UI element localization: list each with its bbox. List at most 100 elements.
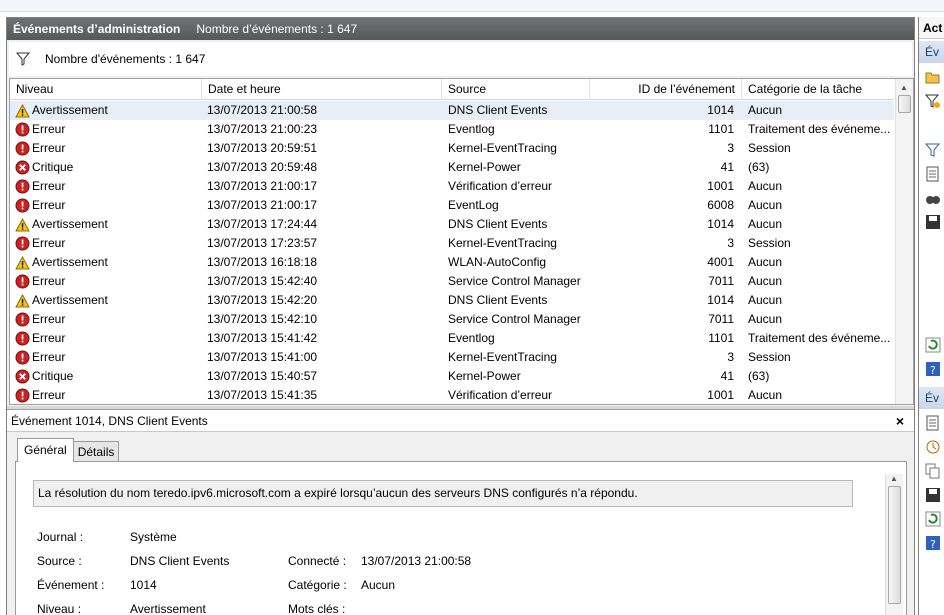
table-row[interactable]: Erreur 13/07/2013 17:23:57 Kernel-EventTra…	[10, 234, 894, 253]
column-header-event-id[interactable]: ID de l’événement	[590, 79, 742, 100]
level-cell: Erreur	[14, 177, 204, 196]
category-cell: Aucun	[748, 293, 783, 307]
source-cell: WLAN-AutoConfig	[448, 255, 547, 269]
level-cell: Erreur	[14, 272, 204, 291]
level-cell: Avertissement	[14, 291, 204, 310]
table-row[interactable]: Critique 13/07/2013 15:40:57 Kernel-Power 4…	[10, 367, 894, 386]
details-scroll-thumb[interactable]	[888, 486, 901, 604]
table-row[interactable]: Avertissement 13/07/2013 17:24:44 DNS Clie…	[10, 215, 894, 234]
save-icon[interactable]	[925, 214, 941, 230]
column-header-level[interactable]: Niveau	[10, 79, 202, 100]
column-header-task-category[interactable]: Catégorie de la tâche	[742, 79, 894, 100]
table-row[interactable]: Erreur 13/07/2013 21:00:17 EventLog 6008 Auc…	[10, 196, 894, 215]
details-scrollbar[interactable]: ▲	[885, 474, 903, 615]
level-text: Erreur	[32, 388, 66, 402]
attach-task-icon[interactable]	[925, 439, 941, 455]
filter-icon[interactable]	[15, 51, 31, 67]
level-cell: Erreur	[14, 139, 204, 158]
source-cell: Service Control Manager	[448, 312, 581, 326]
critical-icon	[14, 160, 30, 176]
top-strip	[0, 0, 944, 12]
scroll-up-icon[interactable]: ▲	[900, 83, 908, 92]
event-id-cell: 3	[727, 350, 734, 364]
error-icon	[14, 198, 30, 214]
niveau-value: Avertissement	[130, 602, 206, 615]
categorie-value: Aucun	[361, 578, 396, 592]
table-row[interactable]: Erreur 13/07/2013 20:59:51 Kernel-EventTra…	[10, 139, 894, 158]
table-row[interactable]: Avertissement 13/07/2013 16:18:18 WLAN-Aut…	[10, 253, 894, 272]
filter-icon-2[interactable]	[924, 142, 941, 158]
copy-icon[interactable]	[925, 463, 941, 479]
source-value: DNS Client Events	[130, 554, 230, 568]
save-selected-icon[interactable]	[925, 487, 941, 503]
date-cell: 13/07/2013 15:41:00	[207, 350, 318, 364]
actions-section-2[interactable]: Év	[919, 387, 944, 409]
column-header-date[interactable]: Date et heure	[202, 79, 442, 100]
event-id-cell: 41	[720, 369, 734, 383]
level-text: Erreur	[32, 312, 66, 326]
date-cell: 13/07/2013 17:23:57	[207, 236, 318, 250]
warning-icon	[14, 255, 30, 271]
table-row[interactable]: Erreur 13/07/2013 15:41:00 Kernel-EventTra…	[10, 348, 894, 367]
category-cell: Aucun	[748, 103, 783, 117]
category-cell: Aucun	[748, 179, 783, 193]
event-id-cell: 4001	[707, 255, 734, 269]
category-cell: Aucun	[748, 255, 783, 269]
source-cell: Vérification d’erreur	[448, 179, 553, 193]
actions-panel: Act Év ? Év ?	[918, 17, 944, 615]
properties-icon[interactable]	[925, 166, 941, 182]
categorie-label: Catégorie :	[288, 578, 347, 592]
scroll-thumb[interactable]	[898, 95, 911, 113]
help-icon-2[interactable]: ?	[925, 535, 941, 551]
error-icon	[14, 179, 30, 195]
date-cell: 13/07/2013 20:59:51	[207, 141, 318, 155]
source-cell: Kernel-Power	[448, 160, 521, 174]
table-row[interactable]: Erreur 13/07/2013 15:42:40 Service Control…	[10, 272, 894, 291]
tab-general[interactable]: Général	[17, 438, 74, 462]
category-cell: Aucun	[748, 312, 783, 326]
error-icon	[14, 350, 30, 366]
date-cell: 13/07/2013 15:42:40	[207, 274, 318, 288]
table-scrollbar[interactable]: ▲	[895, 79, 913, 404]
connecte-value: 13/07/2013 21:00:58	[361, 554, 472, 568]
table-row[interactable]: Critique 13/07/2013 20:59:48 Kernel-Power 4…	[10, 158, 894, 177]
date-cell: 13/07/2013 20:59:48	[207, 160, 318, 174]
date-cell: 13/07/2013 15:42:10	[207, 312, 318, 326]
close-icon[interactable]: ×	[896, 410, 904, 432]
date-cell: 13/07/2013 21:00:58	[207, 103, 318, 117]
events-panel: Événements d’administration Nombre d’évé…	[6, 17, 915, 615]
refresh-icon-2[interactable]	[925, 511, 941, 527]
column-header-source[interactable]: Source	[442, 79, 590, 100]
warning-icon	[14, 103, 30, 119]
tab-details[interactable]: Détails	[72, 441, 120, 462]
level-text: Avertissement	[32, 293, 108, 307]
source-cell: EventLog	[448, 198, 499, 212]
table-row[interactable]: Erreur 13/07/2013 15:41:35 Vérification d’…	[10, 386, 894, 404]
category-cell: Traitement des événeme...	[748, 331, 891, 345]
table-row[interactable]: Erreur 13/07/2013 15:41:42 Eventlog 1101 Tra…	[10, 329, 894, 348]
source-cell: DNS Client Events	[448, 103, 548, 117]
help-icon[interactable]: ?	[925, 361, 941, 377]
level-text: Erreur	[32, 331, 66, 345]
open-folder-icon[interactable]	[925, 69, 941, 85]
table-row[interactable]: Avertissement 13/07/2013 21:00:58 DNS Clie…	[10, 101, 894, 120]
error-icon	[14, 312, 30, 328]
details-scroll-up-icon[interactable]: ▲	[890, 474, 898, 483]
details-header: Événement 1014, DNS Client Events ×	[7, 410, 914, 432]
source-cell: Kernel-Power	[448, 369, 521, 383]
table-row[interactable]: Erreur 13/07/2013 21:00:17 Vérification d’…	[10, 177, 894, 196]
panel-title-bar: Événements d’administration Nombre d’évé…	[7, 18, 914, 40]
date-cell: 13/07/2013 17:24:44	[207, 217, 318, 231]
filter-create-icon[interactable]	[924, 93, 941, 109]
refresh-icon[interactable]	[925, 337, 941, 353]
event-id-cell: 1001	[707, 388, 734, 402]
category-cell: Aucun	[748, 217, 783, 231]
table-row[interactable]: Avertissement 13/07/2013 15:42:20 DNS Clie…	[10, 291, 894, 310]
table-row[interactable]: Erreur 13/07/2013 15:42:10 Service Control…	[10, 310, 894, 329]
svg-text:?: ?	[930, 538, 936, 551]
event-properties-icon[interactable]	[925, 415, 941, 431]
event-id-cell: 1014	[707, 103, 734, 117]
actions-section-1[interactable]: Év	[919, 41, 944, 63]
table-row[interactable]: Erreur 13/07/2013 21:00:23 Eventlog 1101 Tra…	[10, 120, 894, 139]
find-icon[interactable]	[925, 190, 941, 206]
